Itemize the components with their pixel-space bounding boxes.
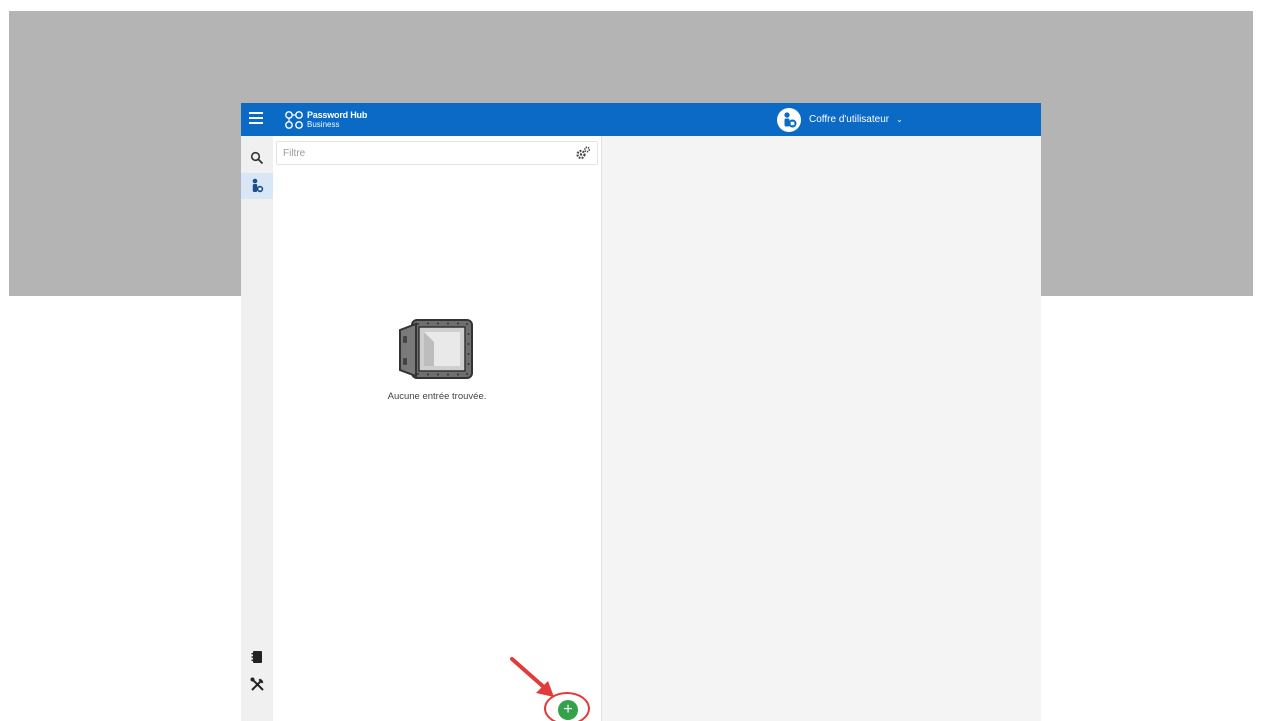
logo-subtitle: Business (307, 120, 340, 129)
entry-detail-panel (602, 136, 1041, 721)
app-window: Password Hub Business Coffre d'utilisate… (241, 103, 1041, 721)
password-hub-logo-icon (285, 111, 303, 129)
search-icon (250, 151, 264, 165)
empty-state: Aucune entrée trouvée. (273, 316, 601, 402)
hamburger-menu-button[interactable] (249, 112, 263, 126)
user-vault-avatar-icon (777, 107, 801, 132)
logo-title: Password Hub (307, 110, 368, 120)
gears-icon (576, 146, 591, 160)
filter-input[interactable] (277, 142, 569, 164)
sidebar-tools-button[interactable] (241, 671, 273, 697)
sidebar-notebook-button[interactable] (241, 644, 273, 670)
tools-icon (250, 677, 264, 691)
sidebar-user-vault-button[interactable] (241, 173, 273, 199)
notebook-icon (251, 651, 262, 663)
empty-state-message: Aucune entrée trouvée. (387, 391, 487, 402)
open-safe-icon (399, 319, 473, 379)
add-entry-button[interactable]: + (558, 700, 578, 720)
filter-bar (276, 141, 598, 165)
sidebar-search-button[interactable] (241, 145, 273, 171)
vault-selector-dropdown[interactable]: Coffre d'utilisateur ⌄ (777, 106, 903, 133)
app-logo[interactable]: Password Hub Business (283, 107, 367, 133)
top-bar: Password Hub Business Coffre d'utilisate… (241, 103, 1041, 136)
chevron-down-icon: ⌄ (896, 115, 903, 124)
left-sidebar (241, 136, 273, 721)
entry-list-panel: Aucune entrée trouvée. (273, 136, 602, 721)
filter-settings-button[interactable] (571, 143, 595, 163)
vault-label: Coffre d'utilisateur (809, 114, 890, 125)
user-vault-icon (252, 178, 264, 193)
